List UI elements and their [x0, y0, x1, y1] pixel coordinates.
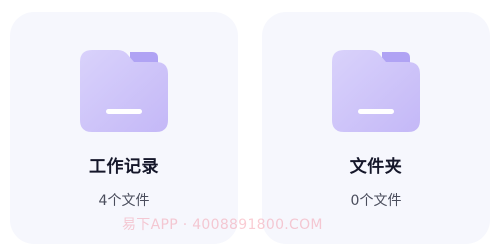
file-count: 0个文件 [350, 193, 402, 209]
file-count: 4个文件 [98, 193, 150, 209]
folder-name: 工作记录 [89, 157, 159, 177]
folder-icon [78, 46, 170, 134]
folder-grid: 工作记录 4个文件 文件夹 0个文件 易下APP · 4008891800.CO… [0, 0, 498, 244]
folder-icon [330, 46, 422, 134]
watermark-text: 易下APP · 4008891800.COM [122, 217, 323, 233]
folder-card-work-records[interactable]: 工作记录 4个文件 [10, 12, 238, 244]
folder-card-folder[interactable]: 文件夹 0个文件 [262, 12, 490, 244]
folder-name: 文件夹 [349, 157, 403, 177]
